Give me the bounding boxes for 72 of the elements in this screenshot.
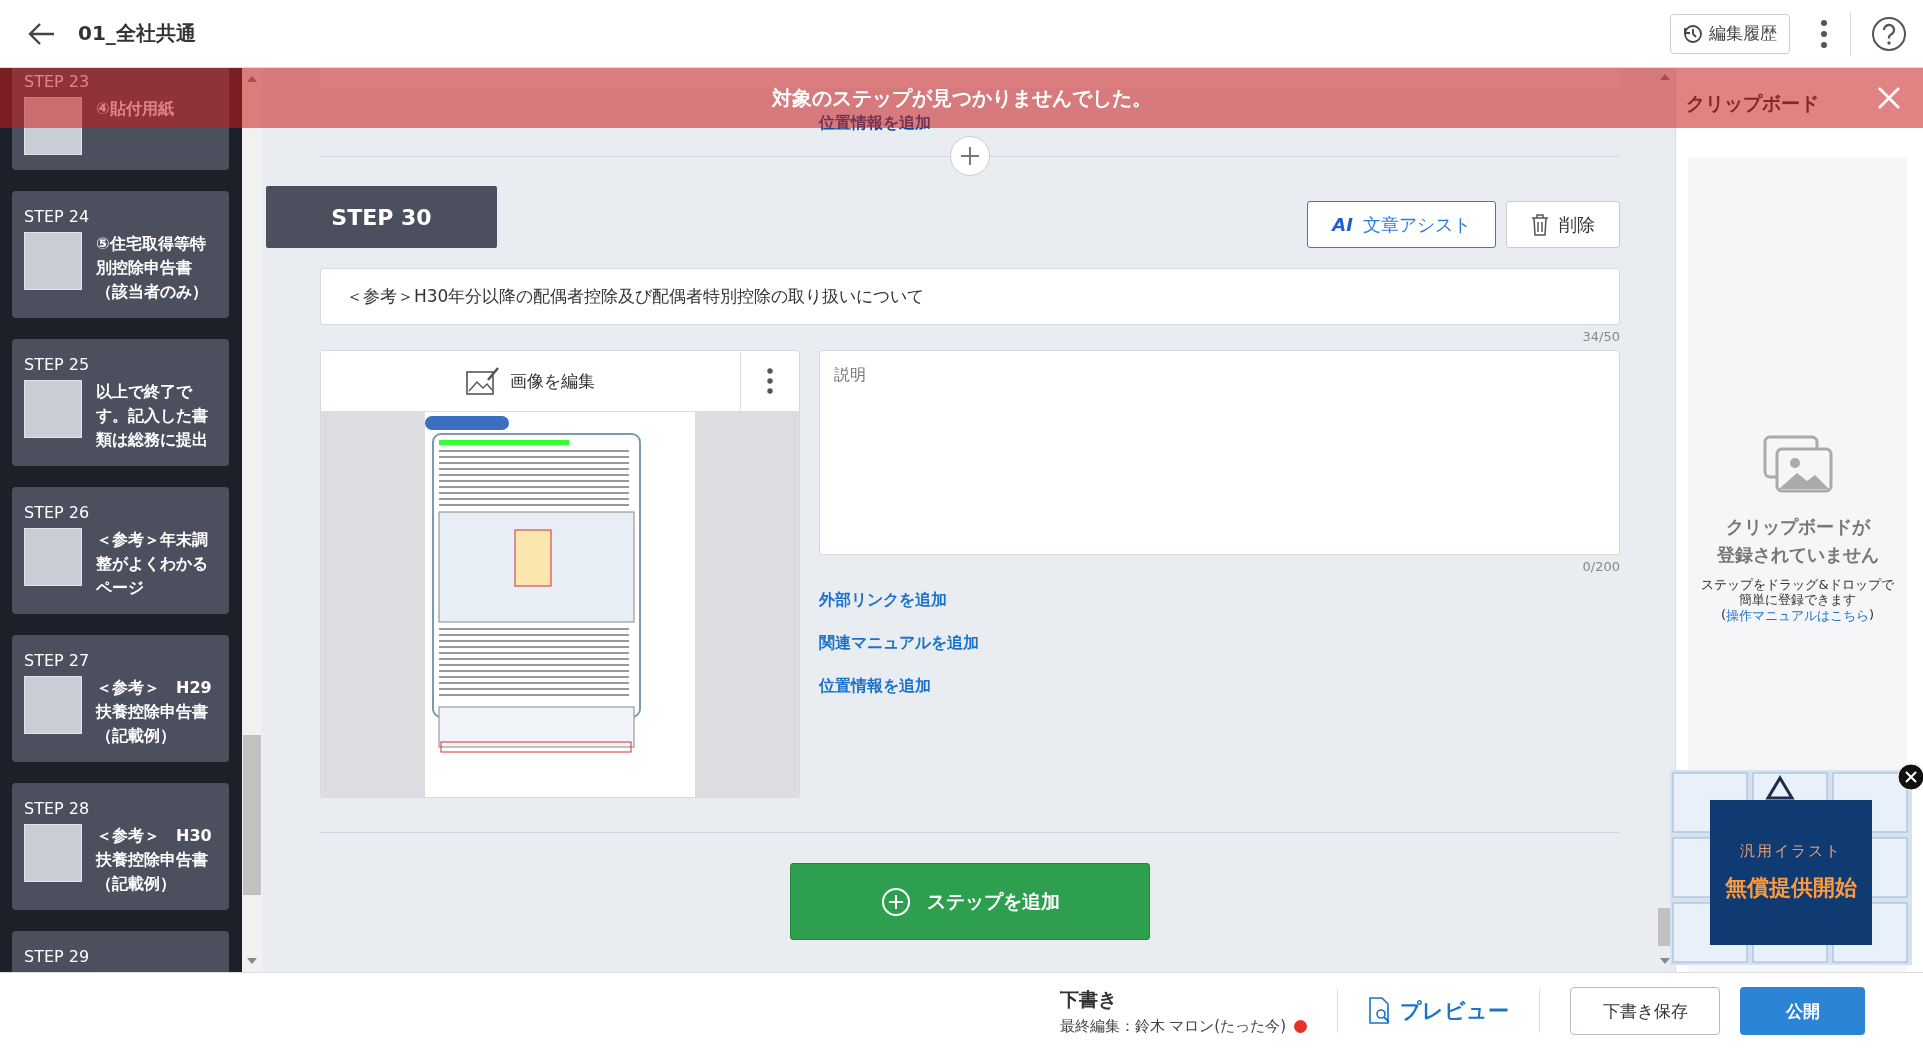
empty-message: 登録されていません — [1716, 543, 1879, 567]
document-search-icon — [1368, 997, 1392, 1025]
step-label: STEP 28 — [24, 799, 91, 818]
trash-icon — [1531, 213, 1549, 236]
step-title: ＜参考＞ H30扶養控除申告書（記載例） — [96, 825, 213, 895]
ad-banner[interactable]: 汎用イラスト 無償提供開始 — [1710, 800, 1872, 945]
step-card[interactable]: STEP 29 — [12, 931, 229, 972]
description-field[interactable]: 説明 — [819, 350, 1620, 555]
add-link[interactable]: 位置情報を追加 — [819, 676, 931, 697]
step-card[interactable]: STEP 27 ＜参考＞ H29扶養控除申告書（記載例） — [12, 635, 229, 762]
text-assist-button[interactable]: AI 文章アシスト — [1307, 201, 1496, 248]
step-label: STEP 26 — [24, 503, 91, 522]
scroll-down-icon[interactable] — [247, 958, 257, 964]
images-icon — [1762, 435, 1833, 493]
step-title: ④貼付用紙 — [96, 98, 175, 120]
image-edit-icon — [466, 366, 500, 396]
history-icon — [1683, 23, 1703, 44]
delete-button[interactable]: 削除 — [1506, 201, 1620, 248]
plus-circle-icon — [880, 886, 911, 917]
ad-subtitle: 汎用イラスト — [1740, 842, 1842, 861]
thumbnail-image — [24, 380, 82, 438]
thumbnail-image — [24, 676, 82, 734]
help-icon[interactable] — [1871, 15, 1907, 52]
more-icon[interactable] — [767, 368, 773, 394]
step-label: STEP 23 — [24, 72, 91, 91]
scroll-up-icon[interactable] — [247, 76, 257, 82]
step-label: STEP 29 — [24, 947, 91, 966]
step-title: ＜参考＞ H29扶養控除申告書（記載例） — [96, 677, 213, 747]
page-title: 01_全社共通 — [78, 20, 196, 47]
step-card[interactable]: STEP 28 ＜参考＞ H30扶養控除申告書（記載例） — [12, 783, 229, 910]
step-title-field[interactable]: ＜参考＞H30年分以降の配偶者控除及び配偶者特別控除の取り扱いについて — [320, 268, 1620, 325]
thumbnail-image — [24, 824, 82, 882]
step-title: 以上で終了です。記入した書類は総務に提出 — [96, 381, 209, 451]
character-counter: 34/50 — [1582, 329, 1620, 344]
publish-button[interactable]: 公開 — [1740, 987, 1865, 1035]
step-label: STEP 27 — [24, 651, 91, 670]
step-card[interactable]: STEP 24 ⑤住宅取得等特別控除申告書（該当者のみ） — [12, 191, 229, 318]
ai-icon: AI — [1332, 214, 1353, 235]
plus-icon — [960, 146, 980, 166]
last-edit-info: 最終編集：鈴木 マロン(たった今) — [1059, 1016, 1286, 1036]
step-card[interactable]: STEP 25 以上で終了です。記入した書類は総務に提出 — [12, 339, 229, 466]
insert-step-button[interactable] — [950, 136, 990, 176]
thumbnail-image — [24, 232, 82, 290]
manual-link[interactable]: 操作マニュアルはこちら — [1726, 607, 1869, 625]
panel-title: クリップボード — [1686, 91, 1819, 116]
empty-message: クリップボードが — [1725, 515, 1870, 539]
close-icon[interactable] — [1897, 763, 1923, 791]
parenthesis: ) — [1869, 607, 1875, 624]
back-arrow-icon[interactable] — [28, 21, 56, 46]
preview-button[interactable]: プレビュー — [1368, 987, 1509, 1035]
step-title: ＜参考＞年末調整がよくわかるページ — [96, 529, 209, 599]
add-link[interactable]: 外部リンクを追加 — [819, 590, 947, 611]
more-icon[interactable] — [1820, 18, 1828, 49]
save-draft-button[interactable]: 下書き保存 — [1570, 987, 1720, 1035]
step-card[interactable]: STEP 26 ＜参考＞年末調整がよくわかるページ — [12, 487, 229, 614]
add-link[interactable]: 関連マニュアルを追加 — [819, 633, 979, 654]
history-button[interactable]: 編集履歴 — [1670, 13, 1790, 54]
error-message: 対象のステップが見つかりませんでした。 — [771, 84, 1152, 112]
thumbnail-image — [24, 97, 82, 155]
help-text: 簡単に登録できます — [1739, 592, 1856, 607]
parenthesis: ( — [1720, 607, 1726, 624]
scrollbar-thumb[interactable] — [243, 735, 261, 895]
draft-status: 下書き — [1059, 986, 1118, 1012]
step-label: STEP 24 — [24, 207, 91, 226]
step-title: ⑤住宅取得等特別控除申告書（該当者のみ） — [96, 233, 209, 303]
help-text: ステップをドラッグ&ドロップで — [1701, 577, 1894, 592]
ad-headline: 無償提供開始 — [1725, 874, 1857, 902]
thumbnail-image — [24, 528, 82, 586]
scroll-up-icon[interactable] — [1660, 74, 1670, 80]
scroll-down-icon[interactable] — [1660, 958, 1670, 964]
character-counter: 0/200 — [1582, 559, 1620, 574]
step-label: STEP 25 — [24, 355, 91, 374]
